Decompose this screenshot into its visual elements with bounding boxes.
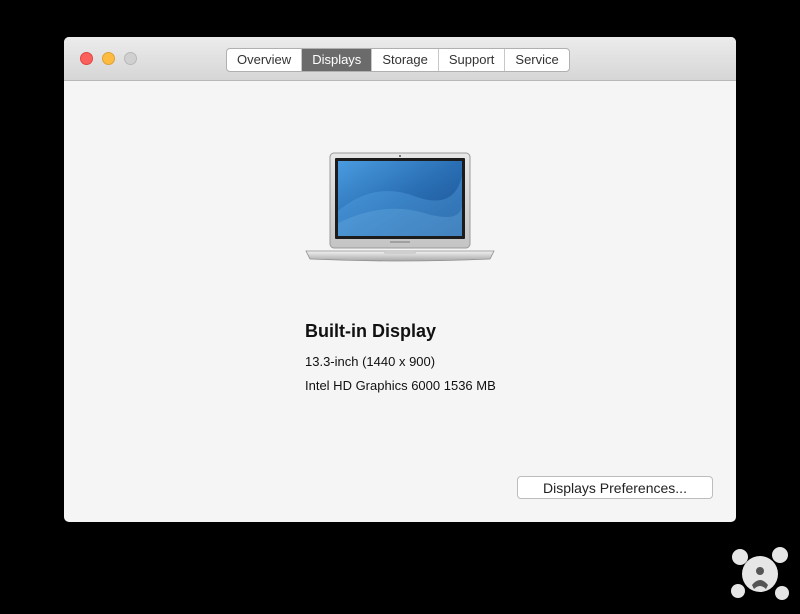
displays-preferences-button[interactable]: Displays Preferences...	[517, 476, 713, 499]
window-titlebar: Overview Displays Storage Support Servic…	[64, 37, 736, 81]
zoom-button[interactable]	[124, 52, 137, 65]
watermark-logo-icon	[731, 547, 789, 600]
tab-support[interactable]: Support	[439, 49, 506, 71]
graphics-info: Intel HD Graphics 6000 1536 MB	[305, 378, 496, 393]
close-button[interactable]	[80, 52, 93, 65]
tab-storage[interactable]: Storage	[372, 49, 439, 71]
tab-service[interactable]: Service	[505, 49, 568, 71]
tab-displays[interactable]: Displays	[302, 49, 373, 71]
display-name: Built-in Display	[305, 321, 437, 341]
minimize-button[interactable]	[102, 52, 115, 65]
tab-bar: Overview Displays Storage Support Servic…	[226, 48, 570, 72]
about-this-mac-window: Overview Displays Storage Support Servic…	[64, 37, 736, 522]
laptop-icon	[305, 152, 495, 262]
display-size: 13.3-inch (1440 x 900)	[305, 354, 436, 369]
tab-overview[interactable]: Overview	[227, 49, 303, 71]
